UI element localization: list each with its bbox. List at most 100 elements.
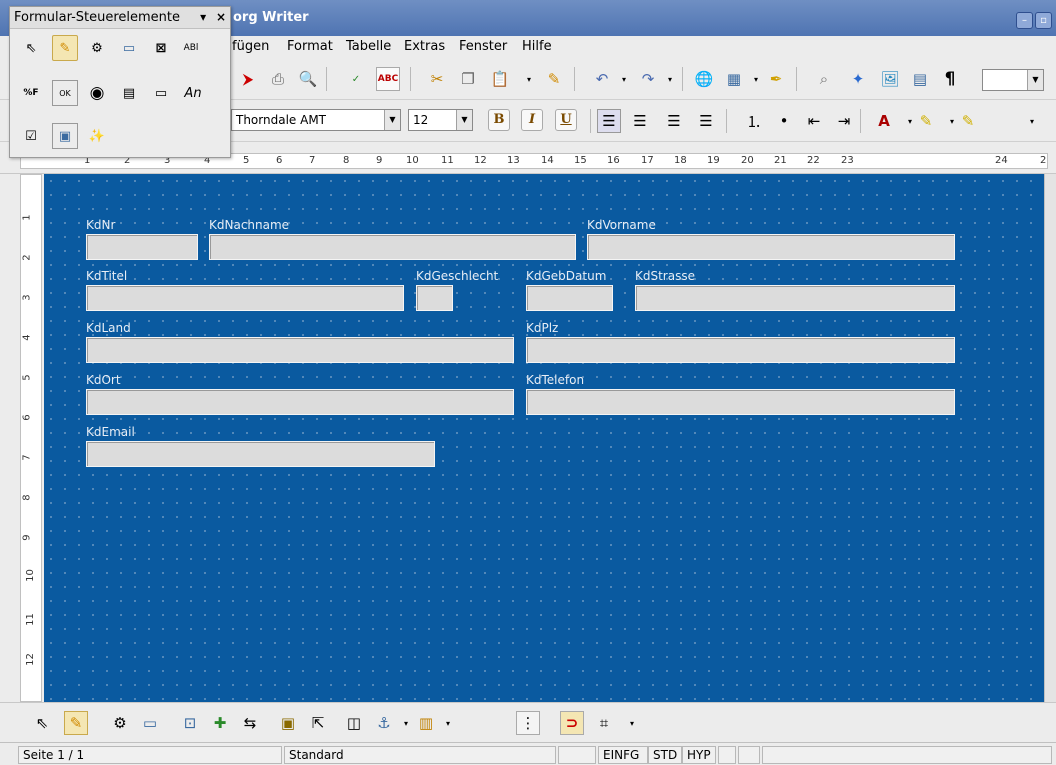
auto-spellcheck-icon[interactable]: ABC <box>376 67 400 91</box>
formatting-marks-icon[interactable]: ¶ <box>938 67 962 91</box>
add-field-icon[interactable]: ✚ <box>208 711 232 735</box>
table-icon[interactable]: ▦ <box>722 67 746 91</box>
paste-icon[interactable]: 📋 <box>488 67 512 91</box>
zoom-cell[interactable] <box>558 746 596 764</box>
open-in-design-mode-icon[interactable]: ▣ <box>276 711 300 735</box>
design-mode-icon[interactable]: ✎ <box>52 35 78 61</box>
select-icon[interactable]: ⇖ <box>18 35 44 61</box>
menu-format[interactable]: Format <box>287 39 333 54</box>
select-pointer-icon[interactable]: ⇖ <box>30 711 54 735</box>
print-icon[interactable]: ⎙ <box>266 67 290 91</box>
field-kdtitel[interactable] <box>86 285 404 311</box>
format-paintbrush-icon[interactable]: ✎ <box>542 67 566 91</box>
toolbar-dropdown-icon[interactable]: ▾ <box>620 711 644 735</box>
bullets-icon[interactable]: • <box>772 109 796 133</box>
align-left-icon[interactable]: ☰ <box>597 109 621 133</box>
bold-button[interactable]: B <box>488 109 510 131</box>
alignment-dropdown-icon[interactable]: ▾ <box>436 711 460 735</box>
form-properties-icon[interactable]: ▭ <box>138 711 162 735</box>
gallery-icon[interactable]: 🖼 <box>878 67 902 91</box>
print-preview-icon[interactable]: 🔍 <box>296 67 320 91</box>
vertical-scrollbar[interactable] <box>1044 174 1056 702</box>
activation-order-icon[interactable]: ⇆ <box>238 711 262 735</box>
align-center-icon[interactable]: ☰ <box>628 109 652 133</box>
palette-title-bar[interactable]: Formular-Steuerelemente ▾ × <box>10 7 230 29</box>
form-document-area[interactable]: KdNr KdNachname KdVorname KdTitel KdGesc… <box>44 174 1044 702</box>
wizards-on-off-icon[interactable]: ✨ <box>84 123 110 149</box>
field-kdgebdatum[interactable] <box>526 285 613 311</box>
zoom-combo[interactable]: ▼ <box>982 69 1044 91</box>
selection-mode[interactable]: STD <box>648 746 682 764</box>
text-box-icon[interactable]: ABl <box>178 35 204 61</box>
paste-dropdown-icon[interactable]: ▾ <box>517 67 541 91</box>
field-kdvorname[interactable] <box>587 234 955 260</box>
field-kdnachname[interactable] <box>209 234 576 260</box>
data-sources-icon[interactable]: ▤ <box>908 67 932 91</box>
maximize-button[interactable]: ▫ <box>1035 12 1052 29</box>
menu-einfuegen[interactable]: fügen <box>232 39 269 54</box>
redo-icon[interactable]: ↷ <box>636 67 660 91</box>
option-button-icon[interactable]: ◉ <box>84 80 110 106</box>
redo-dropdown-icon[interactable]: ▾ <box>658 67 682 91</box>
field-kdtelefon[interactable] <box>526 389 955 415</box>
undo-icon[interactable]: ↶ <box>590 67 614 91</box>
form-controls-palette[interactable]: Formular-Steuerelemente ▾ × ⇖ ✎ ⚙ ▭ ⊠ AB… <box>9 6 231 158</box>
label-field-icon[interactable]: An <box>180 80 206 106</box>
align-right-icon[interactable]: ☰ <box>662 109 686 133</box>
hyperlink-icon[interactable]: 🌐 <box>692 67 716 91</box>
underline-button[interactable]: U <box>555 109 577 131</box>
field-kdnr[interactable] <box>86 234 198 260</box>
vertical-ruler[interactable]: 1 2 3 4 5 6 7 8 9 10 11 12 <box>0 174 44 702</box>
menu-hilfe[interactable]: Hilfe <box>522 39 552 54</box>
field-kdland[interactable] <box>86 337 514 363</box>
formatted-field-icon[interactable]: %F <box>18 80 44 106</box>
helplines-icon[interactable]: ⌗ <box>592 711 616 735</box>
list-box-icon[interactable]: ▤ <box>116 80 142 106</box>
form-navigator-icon[interactable]: ⊡ <box>178 711 202 735</box>
field-kdplz[interactable] <box>526 337 955 363</box>
anchor-icon[interactable]: ⚓ <box>372 711 396 735</box>
spellcheck-icon[interactable]: ✓ <box>344 67 368 91</box>
control-properties-icon[interactable]: ⚙ <box>84 35 110 61</box>
control-properties-icon[interactable]: ⚙ <box>108 711 132 735</box>
field-kdemail[interactable] <box>86 441 435 467</box>
background-dropdown-icon[interactable]: ▾ <box>1020 109 1044 133</box>
alignment-icon[interactable]: ▥ <box>414 711 438 735</box>
numbering-icon[interactable]: ⒈ <box>742 109 766 133</box>
export-pdf-icon[interactable]: ⮞ <box>236 67 260 91</box>
more-controls-icon[interactable]: ☑ <box>18 123 44 149</box>
show-draw-functions-icon[interactable]: ✒ <box>764 67 788 91</box>
field-kdort[interactable] <box>86 389 514 415</box>
decrease-indent-icon[interactable]: ⇤ <box>802 109 826 133</box>
menu-fenster[interactable]: Fenster <box>459 39 507 54</box>
increase-indent-icon[interactable]: ⇥ <box>832 109 856 133</box>
palette-menu-icon[interactable]: ▾ <box>200 10 206 24</box>
menu-tabelle[interactable]: Tabelle <box>346 39 391 54</box>
navigator-icon[interactable]: ✦ <box>846 67 870 91</box>
font-size-combo[interactable]: 12 ▼ <box>408 109 473 131</box>
font-name-combo[interactable]: Thorndale AMT ▼ <box>231 109 401 131</box>
undo-dropdown-icon[interactable]: ▾ <box>612 67 636 91</box>
menu-extras[interactable]: Extras <box>404 39 445 54</box>
insert-mode[interactable]: EINFG <box>598 746 648 764</box>
field-kdgeschlecht[interactable] <box>416 285 453 311</box>
cut-icon[interactable]: ✂ <box>425 67 449 91</box>
snap-to-grid-icon[interactable]: ⊃ <box>560 711 584 735</box>
page-indicator[interactable]: Seite 1 / 1 <box>18 746 282 764</box>
background-color-icon[interactable]: ✎ <box>956 109 980 133</box>
field-kdstrasse[interactable] <box>635 285 955 311</box>
hyperlink-mode[interactable]: HYP <box>682 746 716 764</box>
find-replace-icon[interactable]: ⌕ <box>812 67 836 91</box>
highlighting-icon[interactable]: ✎ <box>914 109 938 133</box>
form-properties-icon[interactable]: ▭ <box>116 35 142 61</box>
justify-icon[interactable]: ☰ <box>694 109 718 133</box>
italic-button[interactable]: I <box>521 109 543 131</box>
push-button-icon[interactable]: OK <box>52 80 78 106</box>
display-grid-icon[interactable]: ⋮ <box>516 711 540 735</box>
checkbox-icon[interactable]: ⊠ <box>148 35 174 61</box>
auto-control-focus-icon[interactable]: ⇱ <box>306 711 330 735</box>
page-style[interactable]: Standard <box>284 746 556 764</box>
position-size-icon[interactable]: ◫ <box>342 711 366 735</box>
combo-box-icon[interactable]: ▭ <box>148 80 174 106</box>
palette-close-icon[interactable]: × <box>216 10 226 24</box>
